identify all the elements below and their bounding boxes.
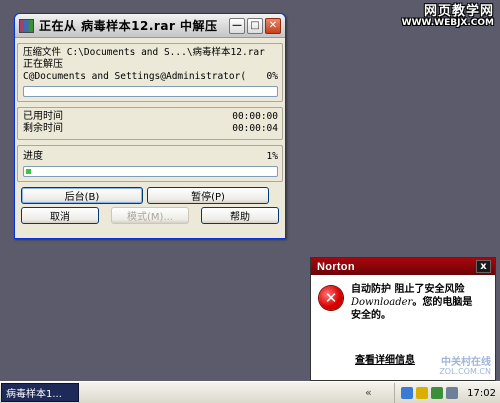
- file-progress-group: 压缩文件 C:\Documents and S...\病毒样本12.rar 正在…: [17, 43, 283, 102]
- total-progress-group: 进度 1%: [17, 145, 283, 182]
- archive-path: 压缩文件 C:\Documents and S...\病毒样本12.rar: [23, 47, 265, 58]
- close-icon: ✕: [268, 19, 278, 31]
- norton-close-button[interactable]: x: [476, 260, 491, 273]
- background-button[interactable]: 后台(B): [21, 187, 143, 204]
- security-icon[interactable]: [431, 387, 444, 399]
- close-button[interactable]: ✕: [265, 17, 281, 34]
- clock[interactable]: 17:02: [467, 388, 496, 399]
- mode-button[interactable]: 模式(M)...: [111, 207, 189, 224]
- norton-logo: Norton: [317, 260, 355, 273]
- maximize-icon: □: [250, 19, 260, 31]
- total-progress-label: 进度: [23, 151, 43, 162]
- norton-message-line1: 自动防护 阻止了安全风险: [351, 284, 465, 295]
- extract-status: 正在解压: [23, 59, 63, 70]
- error-icon: ✕: [319, 286, 343, 310]
- total-progress-fill: [26, 169, 31, 174]
- norton-message-line3: 安全的。: [351, 310, 391, 321]
- elapsed-value: 00:00:00: [232, 111, 278, 122]
- norton-message: 自动防护 阻止了安全风险 Downloader。您的电脑是 安全的。: [351, 283, 472, 322]
- maximize-button[interactable]: □: [247, 17, 263, 34]
- current-file-name: C@Documents and Settings@Administrator(: [23, 71, 247, 82]
- norton-header: Norton x: [311, 258, 495, 275]
- watermark-site-url: WWW.WEBJX.COM: [401, 18, 494, 29]
- taskbar: 病毒样本1... « 17:02: [0, 381, 500, 403]
- file-progress-bar: [23, 86, 278, 97]
- zol-watermark-line2: ZOL.COM.CN: [439, 367, 491, 376]
- volume-icon[interactable]: [446, 387, 459, 399]
- minimize-button[interactable]: —: [229, 17, 245, 34]
- help-button[interactable]: 帮助: [201, 207, 279, 224]
- view-details-link[interactable]: 查看详细信息: [355, 351, 415, 366]
- norton-alert-popup: Norton x ✕ 自动防护 阻止了安全风险 Downloader。您的电脑是…: [310, 257, 496, 381]
- remaining-value: 00:00:04: [232, 123, 278, 134]
- error-x-glyph: ✕: [324, 289, 338, 307]
- winrar-app-icon: [19, 18, 34, 33]
- cancel-button[interactable]: 取消: [21, 207, 99, 224]
- pause-button[interactable]: 暂停(P): [147, 187, 269, 204]
- file-percent: 0%: [266, 71, 278, 82]
- minimize-icon: —: [232, 19, 242, 31]
- window-titlebar[interactable]: 正在从 病毒样本12.rar 中解压 — □ ✕: [15, 14, 285, 38]
- time-group: 已用时间 00:00:00 剩余时间 00:00:04: [17, 107, 283, 140]
- taskbar-item-extract[interactable]: 病毒样本1...: [1, 383, 79, 402]
- threat-name: Downloader: [351, 297, 413, 308]
- system-tray: 17:02: [394, 383, 500, 403]
- close-icon: x: [480, 261, 487, 272]
- norton-tray-icon[interactable]: [416, 387, 429, 399]
- total-progress-bar: [23, 166, 278, 177]
- extract-window: 正在从 病毒样本12.rar 中解压 — □ ✕ 压缩文件 C:\Documen…: [14, 13, 286, 239]
- total-percent: 1%: [266, 151, 278, 162]
- norton-message-line2: 。您的电脑是: [412, 297, 473, 308]
- remaining-label: 剩余时间: [23, 123, 63, 134]
- zol-watermark: 中关村在线 ZOL.COM.CN: [439, 358, 491, 376]
- window-title: 正在从 病毒样本12.rar 中解压: [39, 19, 218, 33]
- elapsed-label: 已用时间: [23, 111, 63, 122]
- watermark-logo: 网页教学网 WWW.WEBJX.COM: [401, 4, 494, 29]
- network-icon[interactable]: [401, 387, 414, 399]
- tray-expand-icon[interactable]: «: [365, 386, 372, 399]
